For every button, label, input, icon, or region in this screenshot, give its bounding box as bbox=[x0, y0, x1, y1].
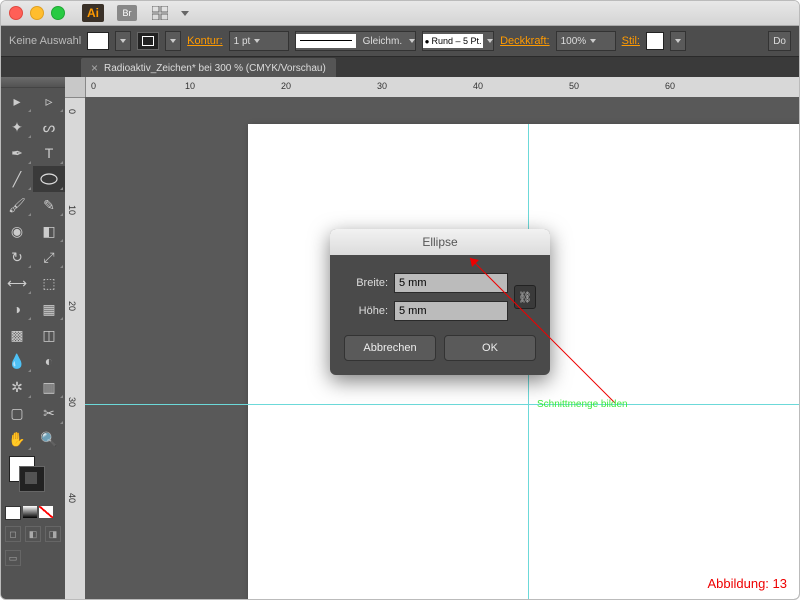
toolbox: ▸ ▹ ✦ ᔕ ✒ T ╱ 🖌 ✎ ◉ ◧ ↻ ⤢ ⟷ ⬚ ◑ ▦ ▩ ◫ 💧 … bbox=[1, 77, 66, 599]
stroke-preview-icon bbox=[296, 34, 356, 48]
document-tabs: × Radioaktiv_Zeichen* bei 300 % (CMYK/Vo… bbox=[1, 57, 799, 79]
line-tool[interactable]: ╱ bbox=[1, 166, 33, 192]
stroke-dash-dropdown[interactable]: Gleichm. bbox=[295, 31, 416, 51]
canvas[interactable]: Ellipse Breite: Höhe: ⛓ Abbrechen OK bbox=[85, 97, 799, 599]
stroke-label[interactable]: Kontur: bbox=[187, 35, 222, 47]
screen-mode-row: ◻ ◧ ◨ bbox=[1, 522, 65, 546]
document-tab[interactable]: × Radioaktiv_Zeichen* bei 300 % (CMYK/Vo… bbox=[81, 58, 336, 78]
symbol-sprayer-tool[interactable]: ✲ bbox=[1, 374, 33, 400]
fill-dropdown[interactable] bbox=[115, 31, 131, 51]
draw-behind-icon[interactable]: ◧ bbox=[25, 526, 41, 542]
blob-brush-tool[interactable]: ◉ bbox=[1, 218, 33, 244]
shape-builder-tool[interactable]: ◑ bbox=[1, 296, 33, 322]
ruler-origin[interactable] bbox=[65, 77, 86, 98]
stroke-color-icon[interactable] bbox=[19, 466, 45, 492]
zoom-tool[interactable]: 🔍 bbox=[33, 426, 65, 452]
brush-preview-icon: Rund – 5 Pt. bbox=[423, 34, 483, 48]
width-tool[interactable]: ⟷ bbox=[1, 270, 33, 296]
color-solid-icon[interactable] bbox=[5, 506, 21, 520]
width-input[interactable] bbox=[394, 273, 508, 293]
tab-title: Radioaktiv_Zeichen* bei 300 % (CMYK/Vors… bbox=[104, 63, 326, 74]
app-window: Ai Br Keine Auswahl Kontur: 1 pt Gleichm… bbox=[0, 0, 800, 600]
app-logo-icon: Ai bbox=[82, 4, 104, 22]
paintbrush-tool[interactable]: 🖌 bbox=[1, 192, 33, 218]
vertical-ruler[interactable]: 0 10 20 30 40 bbox=[65, 97, 86, 599]
opacity-dropdown[interactable]: 100% bbox=[556, 31, 616, 51]
pen-tool[interactable]: ✒ bbox=[1, 140, 33, 166]
smartguide-horizontal bbox=[85, 404, 799, 405]
close-window-button[interactable] bbox=[9, 6, 23, 20]
brush-dropdown[interactable]: Rund – 5 Pt. bbox=[422, 31, 494, 51]
control-bar: Keine Auswahl Kontur: 1 pt Gleichm. Rund… bbox=[1, 26, 799, 57]
workspace: ▸ ▹ ✦ ᔕ ✒ T ╱ 🖌 ✎ ◉ ◧ ↻ ⤢ ⟷ ⬚ ◑ ▦ ▩ ◫ 💧 … bbox=[1, 77, 799, 599]
fill-swatch[interactable] bbox=[87, 32, 109, 50]
slice-tool[interactable]: ✂ bbox=[33, 400, 65, 426]
perspective-tool[interactable]: ▦ bbox=[33, 296, 65, 322]
scale-tool[interactable]: ⤢ bbox=[33, 244, 65, 270]
height-label: Höhe: bbox=[344, 305, 388, 317]
selection-tool[interactable]: ▸ bbox=[1, 88, 33, 114]
ellipse-tool[interactable] bbox=[33, 166, 65, 192]
fill-stroke-control[interactable] bbox=[1, 452, 65, 504]
opacity-label[interactable]: Deckkraft: bbox=[500, 35, 550, 47]
free-transform-tool[interactable]: ⬚ bbox=[33, 270, 65, 296]
height-input[interactable] bbox=[394, 301, 508, 321]
figure-label: Abbildung: 13 bbox=[707, 576, 787, 591]
stroke-dropdown[interactable] bbox=[165, 31, 181, 51]
lasso-tool[interactable]: ᔕ bbox=[33, 114, 65, 140]
close-tab-icon[interactable]: × bbox=[91, 61, 98, 75]
smartguide-label: Schnittmenge bilden bbox=[537, 399, 628, 410]
type-tool[interactable]: T bbox=[33, 140, 65, 166]
arrange-documents-button[interactable] bbox=[150, 5, 170, 21]
stroke-weight-dropdown[interactable]: 1 pt bbox=[229, 31, 289, 51]
color-mode-row bbox=[1, 504, 65, 522]
eyedropper-tool[interactable]: 💧 bbox=[1, 348, 33, 374]
hand-tool[interactable]: ✋ bbox=[1, 426, 33, 452]
ok-button[interactable]: OK bbox=[444, 335, 536, 361]
mesh-tool[interactable]: ▩ bbox=[1, 322, 33, 348]
minimize-window-button[interactable] bbox=[30, 6, 44, 20]
blend-tool[interactable]: ◐ bbox=[33, 348, 65, 374]
zoom-window-button[interactable] bbox=[51, 6, 65, 20]
draw-normal-icon[interactable]: ◻ bbox=[5, 526, 21, 542]
selection-label: Keine Auswahl bbox=[9, 35, 81, 47]
style-dropdown[interactable] bbox=[670, 31, 686, 51]
constrain-proportions-button[interactable]: ⛓ bbox=[514, 285, 536, 309]
style-swatch[interactable] bbox=[646, 32, 664, 50]
direct-selection-tool[interactable]: ▹ bbox=[33, 88, 65, 114]
color-none-icon[interactable] bbox=[39, 506, 53, 518]
color-gradient-icon[interactable] bbox=[23, 506, 37, 518]
cancel-button[interactable]: Abbrechen bbox=[344, 335, 436, 361]
magic-wand-tool[interactable]: ✦ bbox=[1, 114, 33, 140]
ellipse-dialog: Ellipse Breite: Höhe: ⛓ Abbrechen OK bbox=[330, 229, 550, 375]
graph-tool[interactable]: ▥ bbox=[33, 374, 65, 400]
draw-inside-icon[interactable]: ◨ bbox=[45, 526, 61, 542]
artboard-tool[interactable]: ▢ bbox=[1, 400, 33, 426]
toolbox-header[interactable] bbox=[1, 77, 65, 88]
pencil-tool[interactable]: ✎ bbox=[33, 192, 65, 218]
dialog-title: Ellipse bbox=[330, 229, 550, 255]
gradient-tool[interactable]: ◫ bbox=[33, 322, 65, 348]
view-mode-row: ▭ bbox=[1, 546, 65, 570]
titlebar: Ai Br bbox=[1, 1, 799, 26]
doc-setup-button[interactable]: Do bbox=[768, 31, 791, 51]
eraser-tool[interactable]: ◧ bbox=[33, 218, 65, 244]
arrange-dropdown-icon[interactable] bbox=[181, 11, 189, 16]
stroke-swatch[interactable] bbox=[137, 32, 159, 50]
bridge-button[interactable]: Br bbox=[117, 5, 137, 21]
rotate-tool[interactable]: ↻ bbox=[1, 244, 33, 270]
style-label[interactable]: Stil: bbox=[622, 35, 640, 47]
screen-mode-button[interactable]: ▭ bbox=[5, 550, 21, 566]
width-label: Breite: bbox=[344, 277, 388, 289]
horizontal-ruler[interactable]: 0 10 20 30 40 50 60 bbox=[65, 77, 799, 98]
